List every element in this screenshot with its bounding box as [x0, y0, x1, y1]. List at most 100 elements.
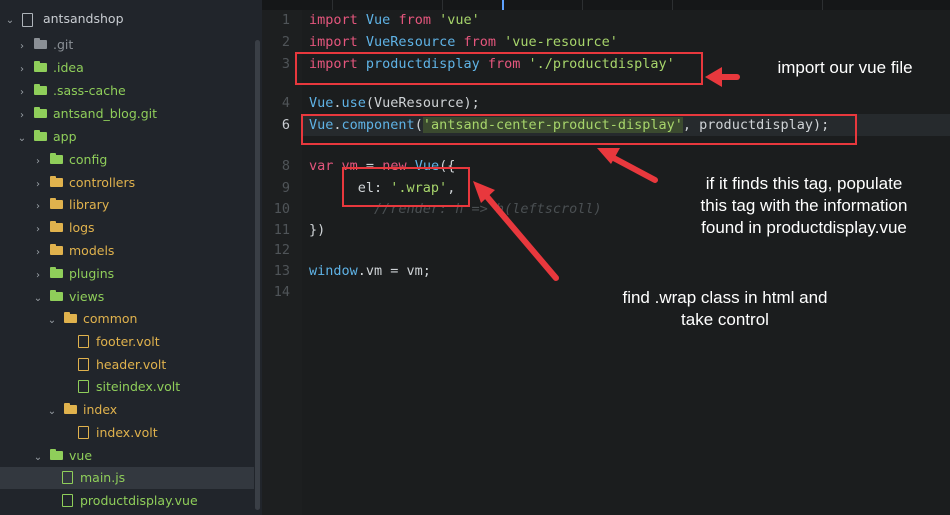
tree-item-controllers[interactable]: › controllers: [32, 172, 135, 194]
chevron-right-icon[interactable]: ›: [32, 242, 44, 264]
tab-separator: [582, 0, 583, 10]
tree-item-label: header.volt: [96, 357, 167, 372]
code-line-13[interactable]: window.vm = vm;: [309, 260, 431, 282]
chevron-right-icon[interactable]: ›: [16, 82, 28, 104]
file-icon: [62, 494, 73, 507]
tree-item-config[interactable]: › config: [32, 149, 107, 171]
file-icon: [78, 426, 89, 439]
line-number: 4: [281, 95, 290, 111]
code-line-1[interactable]: import Vue from 'vue': [309, 9, 480, 31]
chevron-down-icon[interactable]: ⌄: [46, 310, 58, 332]
folder-icon: [50, 221, 63, 232]
tree-item-label: logs: [69, 220, 95, 235]
project-name: antsandshop: [42, 11, 124, 26]
line-number: 11: [273, 222, 290, 238]
folder-icon: [50, 198, 63, 209]
tree-item-index-volt[interactable]: index.volt: [76, 422, 158, 444]
chevron-down-icon[interactable]: ⌄: [32, 288, 44, 310]
chevron-right-icon[interactable]: ›: [16, 105, 28, 127]
tree-item-label: .git: [53, 37, 74, 52]
file-tree-panel: ⌄ antsandshop › .git › .idea › .sass-cache …: [0, 0, 262, 515]
tree-item-label: .sass-cache: [53, 83, 126, 98]
folder-icon: [50, 244, 63, 255]
folder-icon: [50, 176, 63, 187]
tree-item-views[interactable]: ⌄ views: [32, 286, 105, 310]
chevron-right-icon[interactable]: ›: [32, 219, 44, 241]
file-icon: [78, 335, 89, 348]
arrowhead-component: [597, 148, 620, 164]
chevron-down-icon[interactable]: ⌄: [4, 10, 16, 32]
folder-icon: [34, 130, 47, 141]
tree-item-label: productdisplay.vue: [80, 493, 198, 508]
line-number: 9: [281, 180, 290, 196]
folder-icon: [64, 312, 77, 323]
tree-item-label: config: [69, 152, 108, 167]
folder-icon: [34, 84, 47, 95]
tree-item-label: models: [69, 243, 115, 258]
annotation-component-note-line1: if it finds this tag, populate: [705, 174, 903, 193]
tree-item-vue[interactable]: ⌄ vue: [32, 445, 92, 467]
tree-item-siteindex-volt[interactable]: siteindex.volt: [76, 376, 180, 398]
line-number: 13: [273, 263, 290, 279]
folder-icon: [50, 153, 63, 164]
chevron-down-icon[interactable]: ⌄: [32, 447, 44, 469]
tree-item-label: plugins: [69, 266, 115, 281]
tree-item-logs[interactable]: › logs: [32, 217, 95, 239]
tab-separator: [672, 0, 673, 10]
tree-item-footer-volt[interactable]: footer.volt: [76, 331, 160, 353]
chevron-right-icon[interactable]: ›: [32, 196, 44, 218]
file-icon: [62, 471, 73, 484]
tree-item-antsand-blog[interactable]: › antsand_blog.git: [16, 103, 157, 125]
tree-item-git[interactable]: › .git: [16, 34, 73, 56]
chevron-right-icon[interactable]: ›: [32, 265, 44, 287]
tree-item-productdisplay-vue[interactable]: productdisplay.vue: [60, 490, 198, 512]
annotation-component-note-line3: found in productdisplay.vue: [701, 218, 907, 237]
folder-icon: [50, 449, 63, 460]
active-tab-indicator[interactable]: [502, 0, 504, 10]
repo-icon: [21, 12, 33, 27]
tab-separator: [822, 0, 823, 10]
tree-item-main-js[interactable]: main.js: [0, 467, 254, 489]
line-number: 14: [273, 284, 290, 300]
tree-item-label: library: [69, 197, 110, 212]
sidebar-scrollbar[interactable]: [255, 40, 260, 510]
arrowhead-import: [705, 67, 722, 87]
annotation-wrap-note-line1: find .wrap class in html and: [622, 288, 828, 307]
file-icon: [78, 380, 89, 393]
tree-item-models[interactable]: › models: [32, 240, 114, 262]
tree-item-idea[interactable]: › .idea: [16, 57, 84, 79]
code-line-5[interactable]: Vue.use(VueResource);: [309, 92, 480, 114]
project-root[interactable]: ⌄ antsandshop: [4, 8, 124, 30]
arrow-component: [605, 152, 658, 183]
tree-item-label: footer.volt: [96, 334, 160, 349]
chevron-right-icon[interactable]: ›: [32, 151, 44, 173]
tree-item-header-volt[interactable]: header.volt: [76, 354, 166, 376]
tree-item-label: vue: [69, 448, 93, 463]
annotation-wrap-note-line2: take control: [681, 310, 769, 329]
tree-item-index[interactable]: ⌄ index: [46, 399, 117, 421]
tree-item-label: main.js: [80, 470, 126, 485]
code-line-2[interactable]: import VueResource from 'vue-resource': [309, 31, 618, 53]
code-line-11[interactable]: }): [309, 219, 325, 241]
chevron-right-icon[interactable]: ›: [16, 36, 28, 58]
annotation-box-component: [301, 114, 857, 145]
annotation-import-note: import our vue file: [777, 58, 913, 77]
chevron-down-icon[interactable]: ⌄: [16, 128, 28, 150]
tree-item-plugins[interactable]: › plugins: [32, 263, 114, 285]
line-number: 3: [281, 56, 290, 72]
line-number: 2: [281, 34, 290, 50]
tree-item-label: index.volt: [96, 425, 158, 440]
tree-item-library[interactable]: › library: [32, 194, 109, 216]
annotation-component-note-line2: this tag with the information: [700, 196, 908, 215]
tree-item-label: antsand_blog.git: [53, 106, 158, 121]
tree-item-sass-cache[interactable]: › .sass-cache: [16, 80, 126, 102]
tree-item-app[interactable]: ⌄ app: [16, 126, 77, 148]
chevron-right-icon[interactable]: ›: [16, 59, 28, 81]
tree-item-common[interactable]: ⌄ common: [46, 308, 138, 332]
tree-item-label: app: [53, 129, 77, 144]
tree-item-label: siteindex.volt: [96, 379, 181, 394]
chevron-down-icon[interactable]: ⌄: [46, 401, 58, 423]
tree-item-label: views: [69, 289, 105, 304]
chevron-right-icon[interactable]: ›: [32, 174, 44, 196]
line-number: 1: [281, 12, 290, 28]
